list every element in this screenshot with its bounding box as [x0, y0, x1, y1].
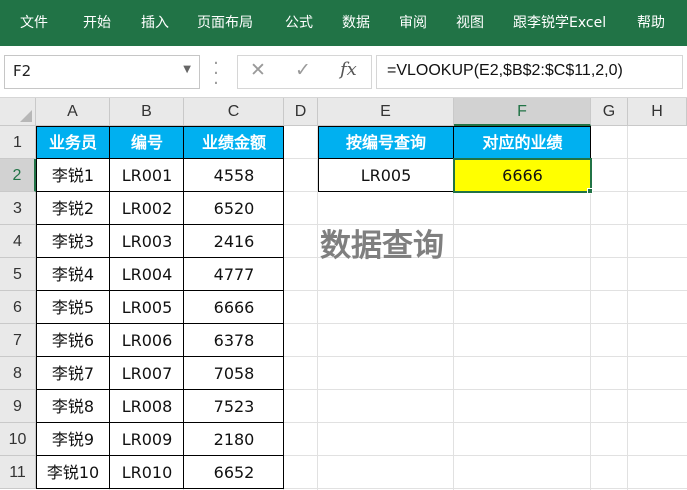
column-header-d[interactable]: D: [284, 98, 318, 126]
table-cell[interactable]: 李锐9: [36, 423, 110, 456]
name-box[interactable]: F2 ▼: [4, 55, 200, 89]
table-border-horizontal: [36, 158, 284, 159]
formula-text: =VLOOKUP(E2,$B$2:$C$11,2,0): [387, 62, 623, 79]
drag-handle-icon[interactable]: · · ·: [213, 55, 219, 93]
row-header-3[interactable]: 3: [0, 192, 36, 225]
gridline-vertical: [627, 126, 628, 490]
table-cell[interactable]: 7523: [184, 390, 284, 423]
lookup-result-cell[interactable]: 6666: [454, 159, 591, 192]
row-header-8[interactable]: 8: [0, 357, 36, 390]
table-border-horizontal: [36, 422, 284, 423]
column-header-f[interactable]: F: [454, 98, 591, 126]
tab-file[interactable]: 文件: [20, 0, 48, 46]
tab-insert[interactable]: 插入: [141, 0, 169, 46]
table-border-horizontal: [36, 224, 284, 225]
table-cell[interactable]: LR001: [110, 159, 184, 192]
row-header-11[interactable]: 11: [0, 456, 36, 489]
table-cell[interactable]: LR008: [110, 390, 184, 423]
table-cell[interactable]: 6666: [184, 291, 284, 324]
table-header-cell[interactable]: 业绩金额: [184, 126, 284, 159]
table-cell[interactable]: LR010: [110, 456, 184, 489]
table-cell[interactable]: 李锐5: [36, 291, 110, 324]
tab-page-layout[interactable]: 页面布局: [197, 0, 253, 46]
table-cell[interactable]: 李锐6: [36, 324, 110, 357]
enter-icon[interactable]: ✓: [295, 59, 311, 81]
table-border-horizontal: [36, 455, 284, 456]
table-cell[interactable]: LR003: [110, 225, 184, 258]
worksheet-grid[interactable]: A B C D E F G H 1 2 3 4 5 6 7 8 9 10 11 业务员 编号 业绩金额李锐1 LR001 45…: [0, 98, 687, 490]
row-header-5[interactable]: 5: [0, 258, 36, 291]
fill-handle[interactable]: [587, 188, 593, 194]
lookup-header-cell[interactable]: 按编号查询: [318, 126, 454, 159]
table-header-cell[interactable]: 编号: [110, 126, 184, 159]
lookup-border-vertical: [453, 126, 454, 192]
tab-review[interactable]: 审阅: [399, 0, 427, 46]
table-cell[interactable]: LR002: [110, 192, 184, 225]
tab-home[interactable]: 开始: [83, 0, 111, 46]
overlay-title: 数据查询: [320, 228, 444, 264]
tab-view[interactable]: 视图: [456, 0, 484, 46]
row-header-10[interactable]: 10: [0, 423, 36, 456]
lookup-border-horizontal: [318, 158, 591, 159]
select-all-icon: [20, 110, 32, 122]
ribbon-menu: 文件 开始 插入 页面布局 公式 数据 审阅 视图 跟李锐学Excel 帮助: [0, 0, 687, 46]
table-cell[interactable]: 6520: [184, 192, 284, 225]
table-cell[interactable]: LR005: [110, 291, 184, 324]
table-cell[interactable]: 7058: [184, 357, 284, 390]
table-border-horizontal: [36, 323, 284, 324]
lookup-key-cell[interactable]: LR005: [318, 159, 454, 192]
column-header-g[interactable]: G: [591, 98, 628, 126]
select-all-button[interactable]: [0, 98, 36, 126]
table-border-vertical: [183, 126, 184, 489]
excel-window: 文件 开始 插入 页面布局 公式 数据 审阅 视图 跟李锐学Excel 帮助 F…: [0, 0, 687, 490]
table-cell[interactable]: 4777: [184, 258, 284, 291]
table-cell[interactable]: LR007: [110, 357, 184, 390]
row-header-9[interactable]: 9: [0, 390, 36, 423]
formula-input[interactable]: =VLOOKUP(E2,$B$2:$C$11,2,0): [376, 55, 683, 89]
table-cell[interactable]: 李锐4: [36, 258, 110, 291]
table-cell[interactable]: 李锐8: [36, 390, 110, 423]
table-cell[interactable]: 李锐10: [36, 456, 110, 489]
table-border-horizontal: [36, 191, 284, 192]
column-header-e[interactable]: E: [318, 98, 454, 126]
row-header-1[interactable]: 1: [0, 126, 36, 159]
insert-function-icon[interactable]: fx: [340, 59, 357, 80]
table-cell[interactable]: 李锐2: [36, 192, 110, 225]
row-header-7[interactable]: 7: [0, 324, 36, 357]
table-border-vertical: [109, 126, 110, 489]
table-border-horizontal: [36, 356, 284, 357]
table-border-horizontal: [36, 257, 284, 258]
table-border-horizontal: [36, 389, 284, 390]
table-cell[interactable]: 6378: [184, 324, 284, 357]
column-header-a[interactable]: A: [36, 98, 110, 126]
cancel-icon[interactable]: ✕: [250, 59, 266, 81]
table-cell[interactable]: 4558: [184, 159, 284, 192]
table-cell[interactable]: 6652: [184, 456, 284, 489]
table-cell[interactable]: LR009: [110, 423, 184, 456]
column-header-h[interactable]: H: [628, 98, 687, 126]
row-header-6[interactable]: 6: [0, 291, 36, 324]
tab-help[interactable]: 帮助: [637, 0, 665, 46]
table-border-horizontal: [36, 290, 284, 291]
table-cell[interactable]: 李锐1: [36, 159, 110, 192]
table-cell[interactable]: 李锐7: [36, 357, 110, 390]
column-header-b[interactable]: B: [110, 98, 184, 126]
table-header-cell[interactable]: 业务员: [36, 126, 110, 159]
tab-data[interactable]: 数据: [342, 0, 370, 46]
name-box-value: F2: [13, 62, 32, 80]
lookup-header-cell[interactable]: 对应的业绩: [454, 126, 591, 159]
table-cell[interactable]: LR004: [110, 258, 184, 291]
row-header-4[interactable]: 4: [0, 225, 36, 258]
chevron-down-icon[interactable]: ▼: [183, 64, 191, 75]
table-cell[interactable]: 2416: [184, 225, 284, 258]
formula-buttons: ✕ ✓ fx: [237, 55, 372, 89]
tab-custom[interactable]: 跟李锐学Excel: [513, 0, 606, 46]
table-cell[interactable]: 李锐3: [36, 225, 110, 258]
tab-formulas[interactable]: 公式: [285, 0, 313, 46]
table-cell[interactable]: 2180: [184, 423, 284, 456]
row-header-2[interactable]: 2: [0, 159, 36, 192]
column-header-c[interactable]: C: [184, 98, 284, 126]
formula-bar: F2 ▼ · · · ✕ ✓ fx =VLOOKUP(E2,$B$2:$C$11,2…: [0, 46, 687, 98]
table-cell[interactable]: LR006: [110, 324, 184, 357]
